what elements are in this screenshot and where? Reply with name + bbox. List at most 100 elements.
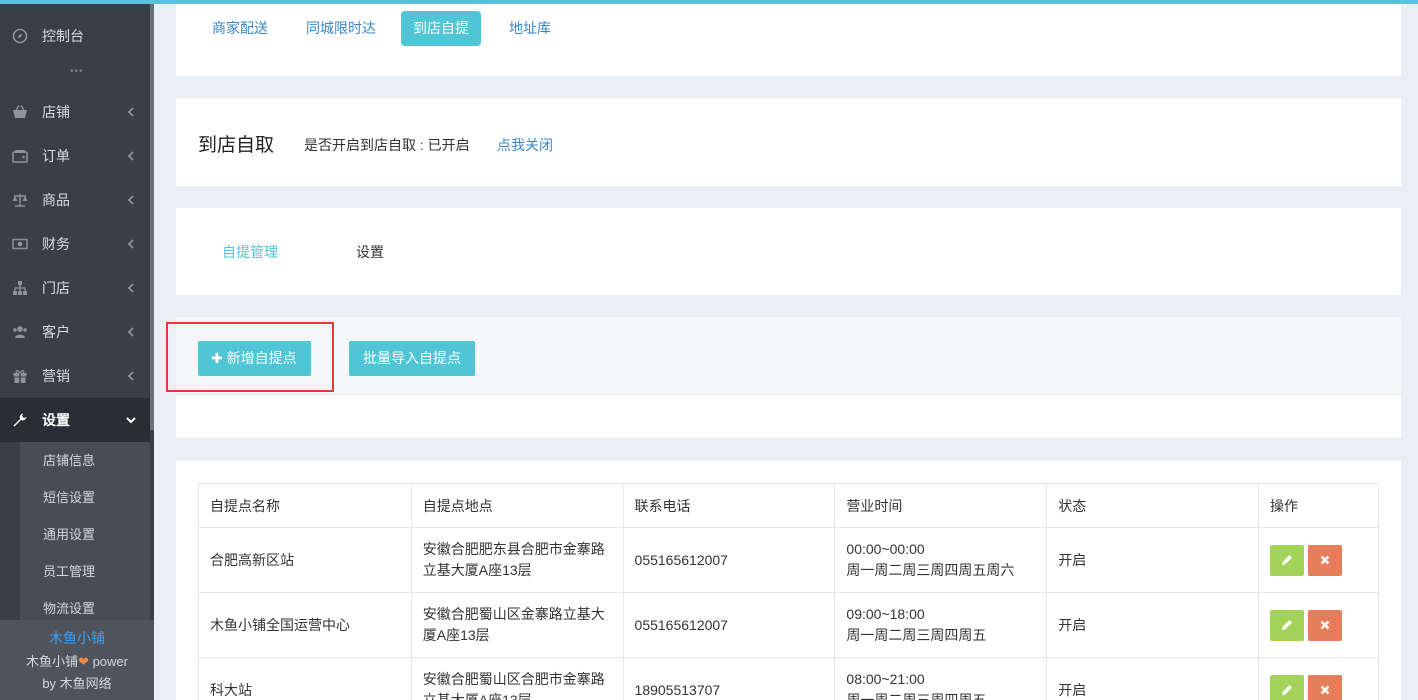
column-header-name: 自提点名称 [198, 483, 412, 528]
tab-pickup-settings[interactable]: 设置 [356, 242, 384, 262]
sidebar-item-label: 财务 [42, 236, 70, 252]
hours-days: 周一周二周三周四周五 [846, 692, 987, 700]
top-accent-bar [0, 0, 1418, 4]
settings-submenu: 店铺信息 短信设置 通用设置 员工管理 物流设置 [20, 442, 150, 620]
sidebar-item-label: 店铺 [42, 104, 70, 120]
sidebar-scrollbar[interactable] [150, 0, 154, 430]
cell-actions [1258, 657, 1379, 700]
close-icon [1320, 620, 1330, 630]
column-header-actions: 操作 [1258, 483, 1379, 528]
chevron-left-icon [127, 239, 134, 249]
cell-status: 开启 [1046, 657, 1260, 700]
pickup-subtabs-panel: 自提管理 设置 [176, 208, 1401, 295]
cell-hours: 08:00~21:00 周一周二周三周四周五 [834, 657, 1048, 700]
sidebar-item-stores[interactable]: 门店 [0, 266, 150, 310]
column-header-hours: 营业时间 [834, 483, 1048, 528]
chevron-left-icon [127, 195, 134, 205]
submenu-item-store-info[interactable]: 店铺信息 [20, 442, 150, 479]
hours-time: 00:00~00:00 [846, 541, 925, 557]
hours-time: 08:00~21:00 [846, 671, 925, 687]
pencil-icon [1282, 685, 1293, 695]
sidebar-item-finance[interactable]: 财务 [0, 222, 150, 266]
tab-store-pickup[interactable]: 到店自提 [401, 11, 481, 46]
cell-actions [1258, 527, 1379, 593]
column-header-address: 自提点地点 [410, 483, 624, 528]
edit-button[interactable] [1270, 674, 1305, 700]
footer-power-text: power [92, 654, 128, 669]
close-icon [1320, 555, 1330, 565]
cell-status: 开启 [1046, 592, 1260, 658]
heart-icon: ❤ [78, 654, 89, 669]
table-header-row: 自提点名称 自提点地点 联系电话 营业时间 状态 操作 [198, 483, 1379, 528]
delete-button[interactable] [1308, 674, 1343, 700]
cell-hours: 00:00~00:00 周一周二周三周四周五周六 [834, 527, 1048, 593]
wallet-icon [0, 148, 42, 164]
pickup-status-text: 是否开启到店自取 : 已开启 [304, 137, 470, 153]
hours-days: 周一周二周三周四周五周六 [846, 562, 1015, 578]
submenu-item-sms-settings[interactable]: 短信设置 [20, 479, 150, 516]
delete-button[interactable] [1308, 544, 1343, 576]
money-icon [0, 236, 42, 252]
footer-by-line: by 木鱼网络 [42, 676, 112, 691]
chevron-left-icon [127, 151, 134, 161]
cell-hours: 09:00~18:00 周一周二周三周四周五 [834, 592, 1048, 658]
sidebar-item-customers[interactable]: 客户 [0, 310, 150, 354]
hours-days: 周一周二周三周四周五 [846, 627, 987, 643]
sidebar-item-orders[interactable]: 订单 [0, 134, 150, 178]
sidebar-item-store[interactable]: 店铺 [0, 90, 150, 134]
footer-power-line: 木鱼小铺❤ power [0, 651, 154, 670]
chevron-left-icon [127, 327, 134, 337]
wrench-icon [0, 412, 42, 428]
sitemap-icon [0, 280, 42, 296]
cell-address: 安徽合肥蜀山区金寨路立基大厦A座13层 [410, 592, 624, 658]
sidebar-item-label: 商品 [42, 192, 70, 208]
page-title: 到店自取 [198, 135, 275, 156]
divider [176, 394, 1401, 395]
cell-phone: 18905513707 [622, 657, 836, 700]
sidebar-footer: 木鱼小铺 木鱼小铺❤ power by 木鱼网络 [0, 620, 154, 700]
column-header-status: 状态 [1046, 483, 1260, 528]
compass-icon [0, 28, 42, 44]
chevron-left-icon [127, 371, 134, 381]
edit-button[interactable] [1270, 544, 1305, 576]
delete-button[interactable] [1308, 609, 1343, 641]
cell-phone: 055165612007 [622, 592, 836, 658]
table-row: 合肥高新区站 安徽合肥肥东县合肥市金寨路立基大厦A座13层 0551656120… [198, 527, 1379, 593]
pencil-icon [1282, 620, 1293, 630]
sidebar-item-label: 设置 [42, 412, 70, 428]
sidebar-item-label: 订单 [42, 148, 70, 164]
hours-time: 09:00~18:00 [846, 606, 925, 622]
cell-actions [1258, 592, 1379, 658]
sidebar-item-marketing[interactable]: 营销 [0, 354, 150, 398]
scale-icon [0, 192, 42, 208]
tab-same-city-delivery[interactable]: 同城限时达 [294, 11, 388, 46]
sidebar-item-label: 客户 [42, 324, 70, 340]
tab-address-book[interactable]: 地址库 [497, 11, 563, 46]
chevron-left-icon [127, 107, 134, 117]
tab-merchant-delivery[interactable]: 商家配送 [200, 11, 280, 46]
tab-pickup-management[interactable]: 自提管理 [222, 242, 278, 262]
sidebar-item-label: 控制台 [42, 28, 84, 44]
submenu-item-staff[interactable]: 员工管理 [20, 553, 150, 590]
sidebar-item-label: 营销 [42, 368, 70, 384]
highlight-box [166, 322, 334, 392]
close-icon [1320, 685, 1330, 695]
table-row: 科大站 安徽合肥蜀山区合肥市金寨路立基大厦A座13层 18905513707 0… [198, 657, 1379, 700]
delivery-tabs-panel: 商家配送 同城限时达 到店自提 地址库 [176, 0, 1401, 76]
chevron-down-icon [126, 417, 136, 424]
cell-name: 合肥高新区站 [198, 527, 412, 593]
edit-button[interactable] [1270, 609, 1305, 641]
bulk-import-button[interactable]: 批量导入自提点 [349, 341, 475, 376]
submenu-item-general-settings[interactable]: 通用设置 [20, 516, 150, 553]
cell-address: 安徽合肥肥东县合肥市金寨路立基大厦A座13层 [410, 527, 624, 593]
cell-status: 开启 [1046, 527, 1260, 593]
sidebar-item-dashboard[interactable]: 控制台 [0, 14, 150, 58]
basket-icon [0, 104, 42, 120]
close-pickup-link[interactable]: 点我关闭 [497, 135, 553, 155]
column-header-phone: 联系电话 [622, 483, 836, 528]
footer-brand: 木鱼小铺 [49, 630, 105, 646]
cell-address: 安徽合肥蜀山区合肥市金寨路立基大厦A座13层 [410, 657, 624, 700]
sidebar-item-settings[interactable]: 设置 [0, 398, 150, 442]
sidebar-item-label: 门店 [42, 280, 70, 296]
sidebar-item-products[interactable]: 商品 [0, 178, 150, 222]
